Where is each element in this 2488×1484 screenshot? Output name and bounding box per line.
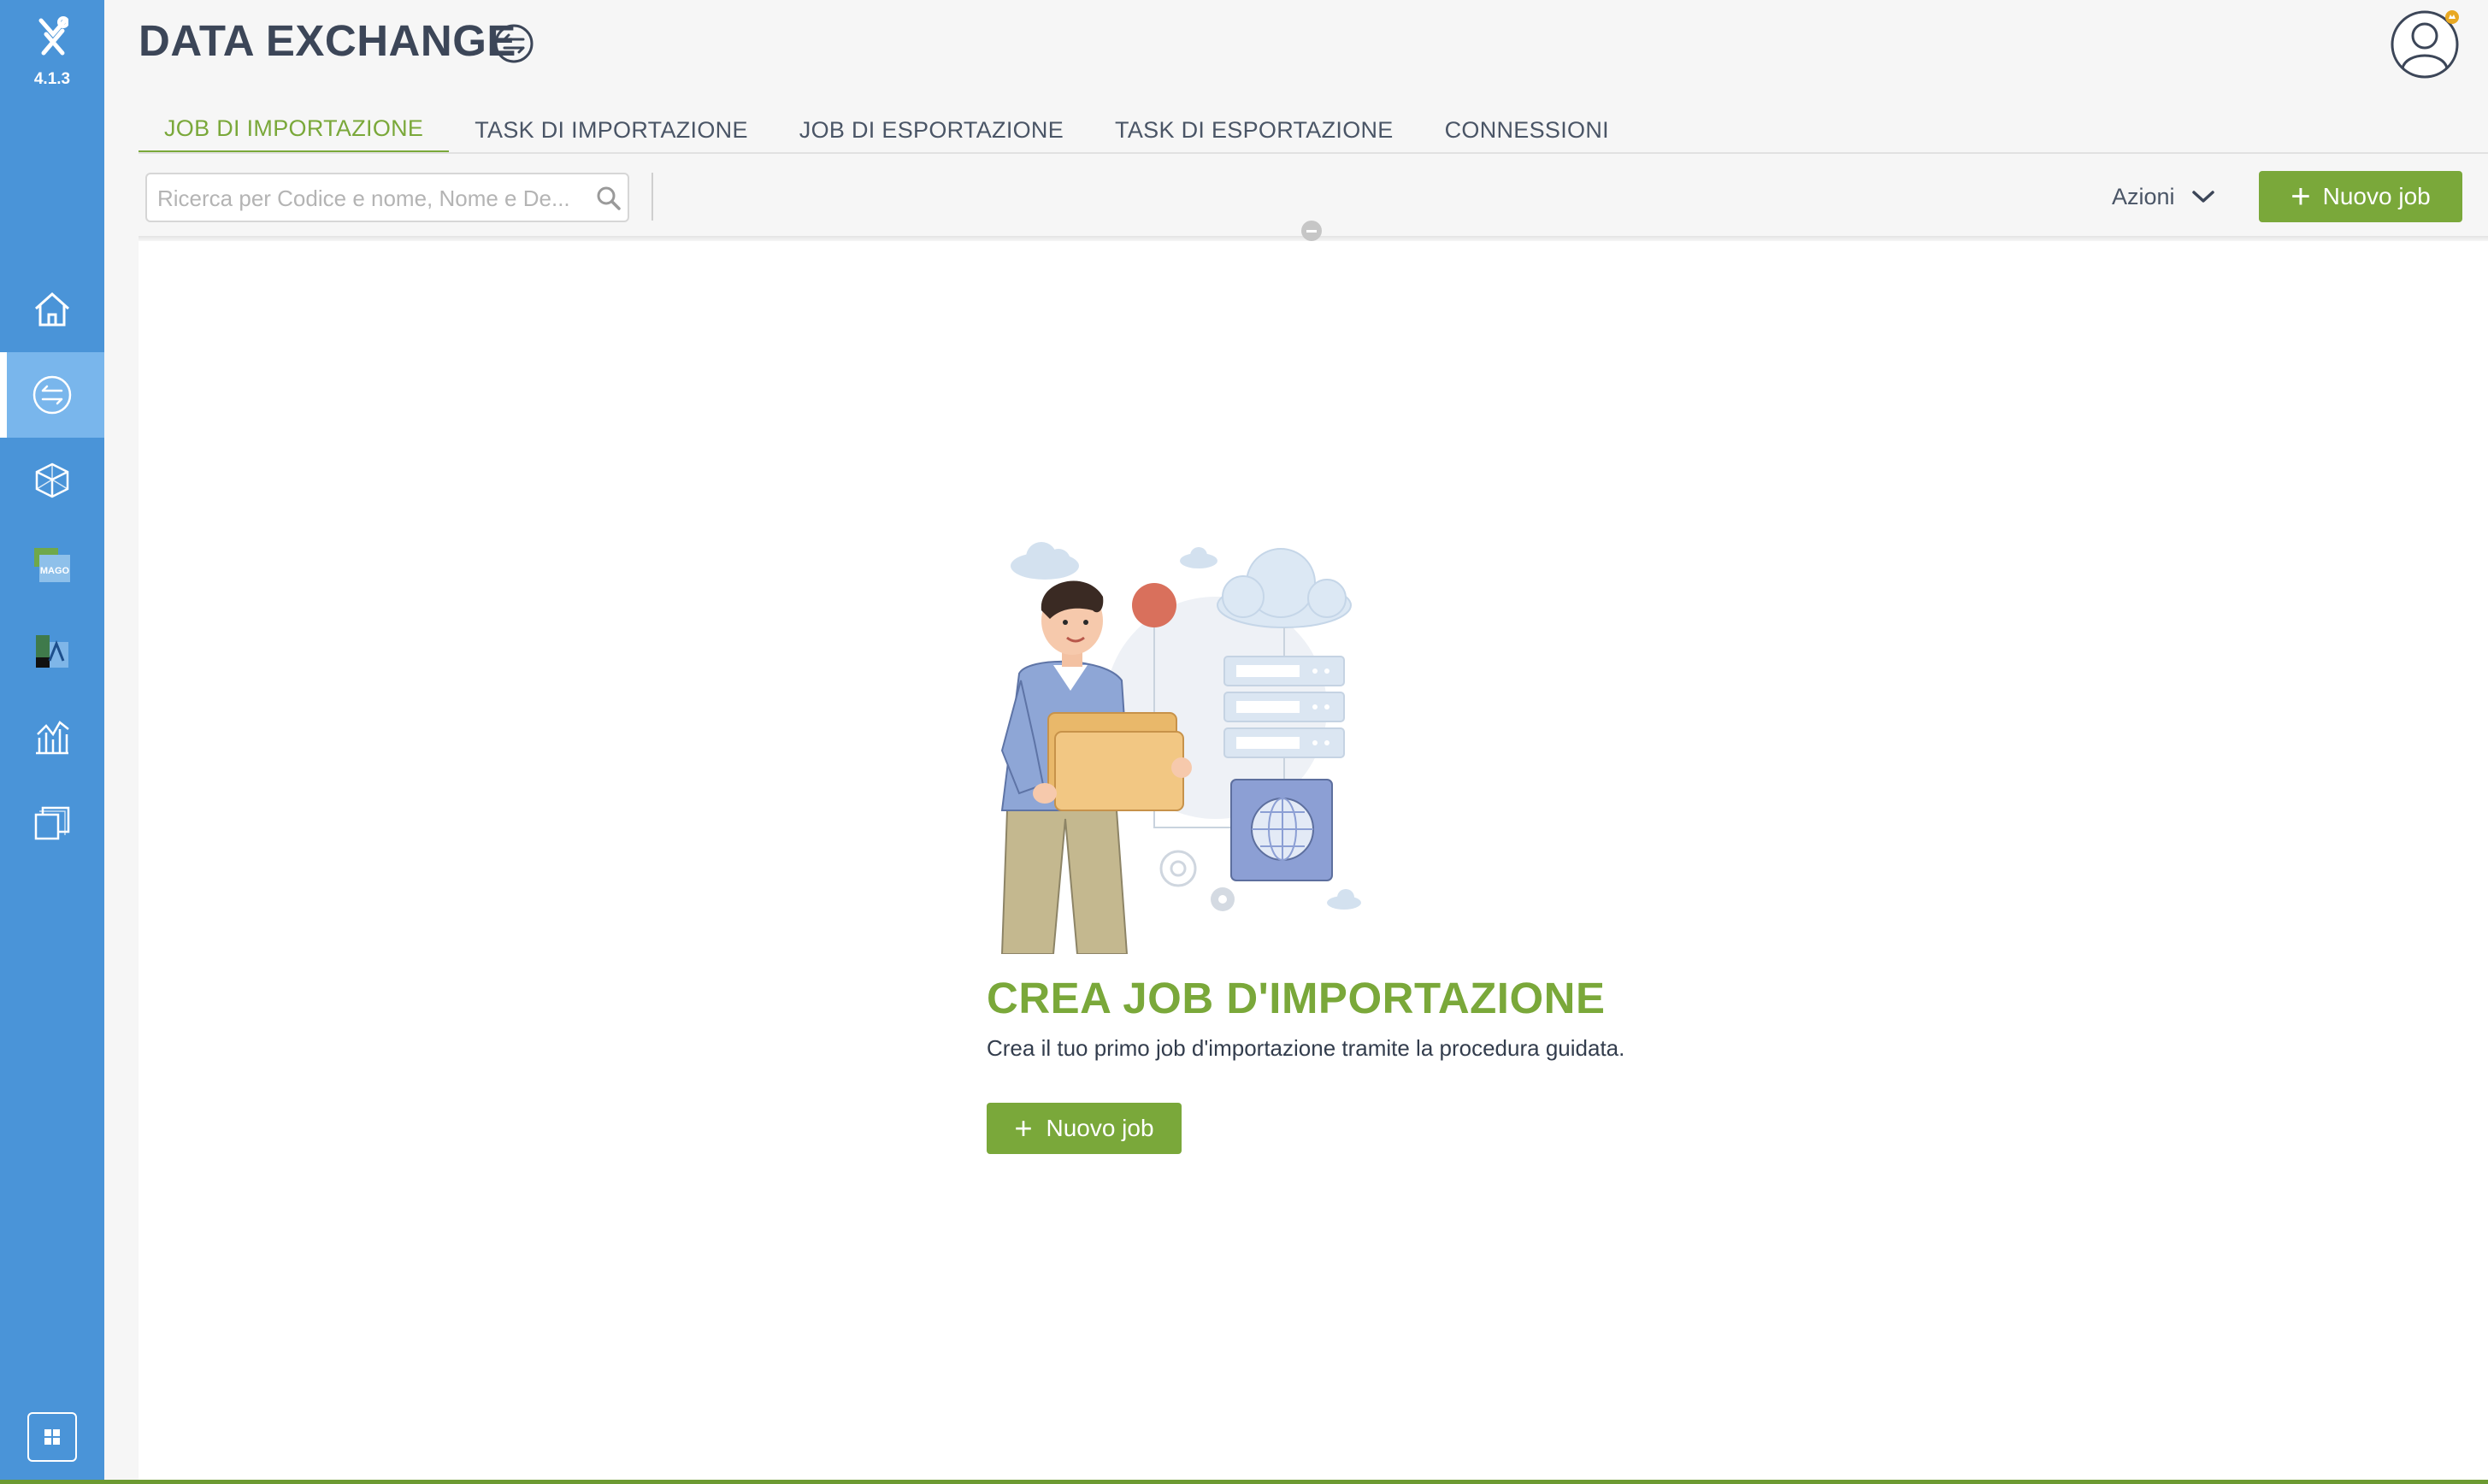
new-job-label: Nuovo job bbox=[1046, 1115, 1154, 1141]
sidebar-item-mago[interactable]: MAGO bbox=[0, 523, 104, 609]
exchange-icon bbox=[32, 375, 72, 415]
empty-state-new-job-button[interactable]: + Nuovo job bbox=[987, 1103, 1182, 1154]
grid-icon bbox=[44, 1429, 60, 1445]
app-version: 4.1.3 bbox=[33, 70, 71, 88]
tab-bar: JOB DI IMPORTAZIONE TASK DI IMPORTAZIONE… bbox=[139, 106, 1635, 154]
app-grid-button[interactable] bbox=[27, 1412, 77, 1462]
page-title: DATA EXCHANGE bbox=[139, 16, 516, 65]
sidebar-item-modeler[interactable] bbox=[0, 438, 104, 523]
new-job-button[interactable]: + Nuovo job bbox=[2259, 171, 2462, 222]
sidebar-item-windows[interactable] bbox=[0, 780, 104, 865]
new-job-label: Nuovo job bbox=[2322, 183, 2431, 209]
empty-state-description: Crea il tuo primo job d'importazione tra… bbox=[987, 1035, 1625, 1061]
sidebar-item-data-exchange[interactable] bbox=[0, 352, 104, 438]
user-avatar-icon[interactable] bbox=[2389, 7, 2461, 79]
tab-task-importazione[interactable]: TASK DI IMPORTAZIONE bbox=[449, 106, 774, 154]
sidebar-item-analytics-app[interactable] bbox=[0, 609, 104, 694]
tab-connessioni[interactable]: CONNESSIONI bbox=[1419, 106, 1635, 154]
tab-job-esportazione[interactable]: JOB DI ESPORTAZIONE bbox=[774, 106, 1089, 154]
search-box bbox=[145, 173, 629, 222]
plus-icon: + bbox=[2290, 178, 2311, 215]
sidebar: 4.1.3 MAGO bbox=[0, 0, 104, 1484]
search-input[interactable] bbox=[147, 174, 587, 222]
plus-icon: + bbox=[1014, 1110, 1033, 1145]
copy-windows-icon bbox=[34, 806, 70, 840]
cube-icon bbox=[35, 462, 69, 498]
collapse-toolbar-handle[interactable] bbox=[1301, 221, 1322, 241]
mago-icon: MAGO bbox=[34, 548, 70, 582]
exchange-icon bbox=[494, 24, 534, 63]
tools-icon bbox=[38, 16, 68, 56]
actions-label: Azioni bbox=[2112, 183, 2175, 209]
bottom-accent-line bbox=[0, 1480, 2488, 1484]
sidebar-item-reports[interactable] bbox=[0, 694, 104, 780]
app-logo[interactable]: 4.1.3 bbox=[0, 0, 104, 103]
sidebar-item-home[interactable] bbox=[0, 267, 104, 352]
tab-job-importazione[interactable]: JOB DI IMPORTAZIONE bbox=[139, 106, 450, 154]
empty-state-illustration bbox=[1000, 542, 1361, 954]
chart-icon bbox=[36, 721, 69, 755]
svg-text:MAGO: MAGO bbox=[40, 566, 70, 576]
app-tiles-icon bbox=[36, 635, 68, 668]
home-icon bbox=[34, 292, 70, 327]
toolbar-divider bbox=[651, 173, 653, 221]
tab-task-esportazione[interactable]: TASK DI ESPORTAZIONE bbox=[1089, 106, 1419, 154]
chevron-down-icon bbox=[2191, 191, 2214, 203]
search-icon[interactable] bbox=[595, 185, 622, 212]
empty-state-title: CREA JOB D'IMPORTAZIONE bbox=[987, 974, 1606, 1022]
actions-dropdown[interactable]: Azioni bbox=[2112, 178, 2216, 215]
